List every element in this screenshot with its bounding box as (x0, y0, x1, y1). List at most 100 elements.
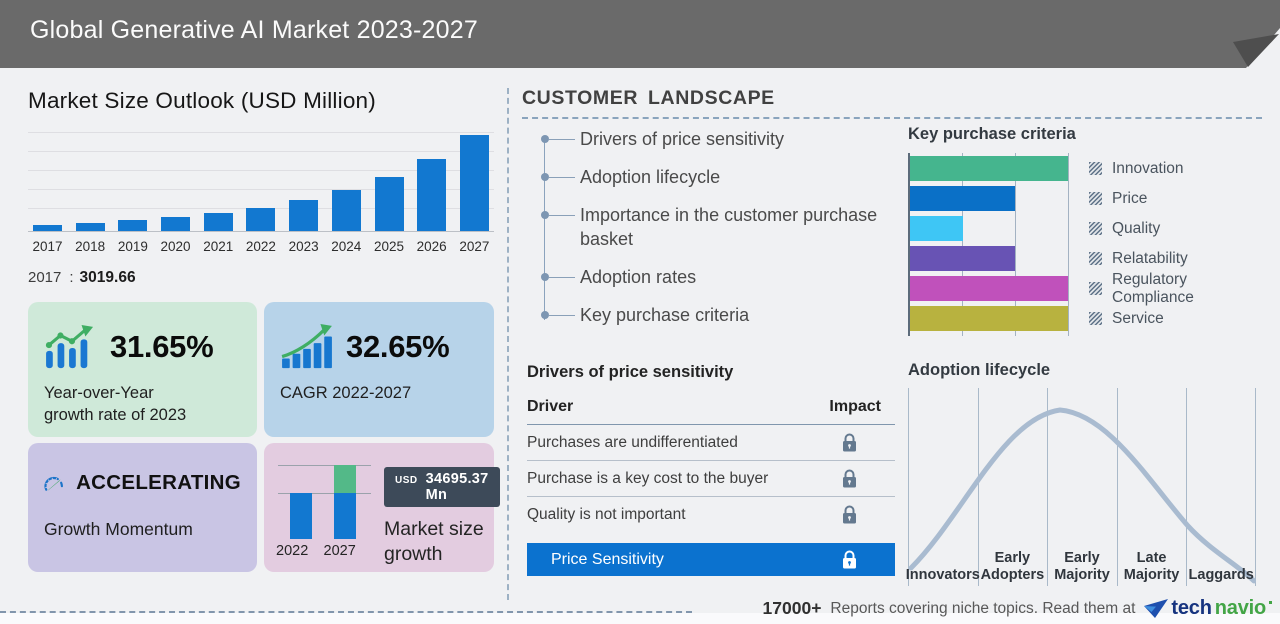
anchor-year: 2017 (28, 269, 61, 286)
footer-dashed-line (0, 611, 692, 613)
legend-swatch-icon (1089, 162, 1102, 175)
customer-landscape-header: CUSTOMER LANDSCAPE (522, 87, 1262, 119)
trademark-mark (1269, 601, 1272, 604)
market-x-label: 2019 (114, 239, 151, 254)
growth-amount-badge: USD 34695.37 Mn (384, 467, 500, 507)
market-bar-column (456, 132, 493, 231)
legend-swatch-icon (1089, 252, 1102, 265)
stat-boxes: 31.65% Year-over-Year growth rate of 202… (28, 302, 494, 572)
growth-arrow-icon (280, 324, 334, 370)
highlighted-row-price-sensitivity: Price Sensitivity (527, 543, 895, 576)
growth-momentum-card: ACCELERATING Growth Momentum (28, 443, 257, 572)
x-axis-line (28, 231, 494, 232)
page-curl-decoration (1233, 31, 1279, 68)
price-sensitivity-table: Drivers of price sensitivity Driver Impa… (527, 363, 895, 576)
key-purchase-criteria-section: Key purchase criteria Innovation Price Qua… (908, 125, 1272, 336)
market-x-label: 2026 (413, 239, 450, 254)
legend-label: Innovation (1112, 160, 1184, 178)
lock-icon (842, 469, 857, 488)
growth-label: Market size growth (384, 517, 500, 568)
report-count: 17000+ (763, 598, 822, 619)
stage-label: Laggards (1186, 550, 1256, 584)
market-bar-2027 (460, 135, 489, 231)
header-bar: Global Generative AI Market 2023-2027 (0, 0, 1280, 68)
lock-icon (842, 433, 857, 452)
stage-label-text: Late Majority (1117, 550, 1187, 584)
legend-swatch-icon (1089, 192, 1102, 205)
footer-text: Reports covering niche topics. Read them… (830, 600, 1135, 618)
legend-label: Quality (1112, 220, 1160, 238)
landscape-item: Importance in the customer purchase bask… (522, 196, 897, 258)
legend-label: Service (1112, 310, 1164, 328)
legend-swatch-icon (1089, 312, 1102, 325)
lock-icon (842, 550, 857, 569)
market-bar-2024 (332, 190, 361, 231)
bar-trend-icon (44, 324, 98, 370)
landscape-item-label: Adoption lifecycle (580, 167, 720, 187)
vertical-dashed-divider (507, 88, 509, 600)
market-bar-column (29, 132, 66, 231)
market-x-label: 2022 (242, 239, 279, 254)
legend-item: Price (1089, 186, 1270, 211)
chart-legend: Innovation Price Quality Relatability Regula… (1089, 156, 1270, 336)
table-row: Quality is not important (527, 496, 895, 532)
cagr-value: 32.65% (346, 329, 449, 365)
market-bar-2017 (33, 225, 62, 231)
legend-label: Regulatory Compliance (1112, 271, 1270, 307)
market-bars (28, 132, 494, 231)
market-growth-card: 2022 2027 USD 34695.37 Mn Market size gr… (264, 443, 494, 572)
stage-label-text: Laggards (1189, 567, 1254, 584)
stage-label-text: Early Adopters (978, 550, 1048, 584)
legend-swatch-icon (1089, 282, 1102, 295)
market-bar-column (72, 132, 109, 231)
technavio-logo[interactable]: technavio (1144, 597, 1272, 620)
landscape-item: Key purchase criteria (522, 296, 897, 334)
cagr-label: CAGR 2022-2027 (280, 383, 478, 405)
table-row: Purchases are undifferentiated (527, 425, 895, 460)
anchor-value: 3019.66 (80, 269, 136, 286)
criteria-bar-regulatory-compliance (910, 276, 1068, 301)
legend-label: Relatability (1112, 250, 1188, 268)
market-x-label: 2018 (72, 239, 109, 254)
mini-bar-2022 (290, 493, 312, 539)
technavio-arrow-icon (1144, 598, 1168, 619)
customer-landscape-list: Drivers of price sensitivity Adoption lif… (522, 120, 897, 334)
stage-label: Early Majority (1047, 550, 1117, 584)
stage-label: Early Adopters (978, 550, 1048, 584)
stage-label-text: Innovators (906, 567, 980, 584)
adoption-lifecycle-title: Adoption lifecycle (908, 361, 1260, 380)
landscape-item-label: Adoption rates (580, 267, 696, 287)
market-bar-column (285, 132, 322, 231)
market-x-labels: 2017201820192020202120222023202420252026… (28, 239, 494, 254)
market-x-label: 2027 (456, 239, 493, 254)
market-bar-2025 (375, 177, 404, 231)
legend-item: Relatability (1089, 246, 1270, 271)
lock-icon (842, 505, 857, 524)
market-bar-column (371, 132, 408, 231)
table-title: Drivers of price sensitivity (527, 363, 895, 382)
market-x-label: 2020 (157, 239, 194, 254)
yoy-growth-card: 31.65% Year-over-Year growth rate of 202… (28, 302, 257, 437)
legend-item: Service (1089, 306, 1270, 331)
legend-item: Innovation (1089, 156, 1270, 181)
landscape-item-label: Drivers of price sensitivity (580, 129, 784, 149)
legend-item: Quality (1089, 216, 1270, 241)
criteria-bar-relatability (910, 246, 1015, 271)
market-bar-column (114, 132, 151, 231)
mini-bar-2027-base (334, 493, 356, 539)
market-bar-2023 (289, 200, 318, 231)
market-x-label: 2023 (285, 239, 322, 254)
speedometer-icon (44, 461, 64, 505)
landscape-item: Drivers of price sensitivity (522, 120, 897, 158)
page-title: Global Generative AI Market 2023-2027 (0, 0, 1280, 45)
customer-landscape-title: CUSTOMER LANDSCAPE (522, 87, 775, 109)
key-purchase-criteria-title: Key purchase criteria (908, 125, 1272, 144)
cagr-card: 32.65% CAGR 2022-2027 (264, 302, 494, 437)
market-size-bar-chart (28, 132, 494, 232)
criteria-bar-quality (910, 216, 963, 241)
driver-label: Purchases are undifferentiated (527, 434, 738, 452)
driver-label: Purchase is a key cost to the buyer (527, 470, 768, 488)
market-chart-title: Market Size Outlook (USD Million) (28, 88, 494, 114)
landscape-item-label: Key purchase criteria (580, 305, 749, 325)
stage-label-text: Early Majority (1047, 550, 1117, 584)
